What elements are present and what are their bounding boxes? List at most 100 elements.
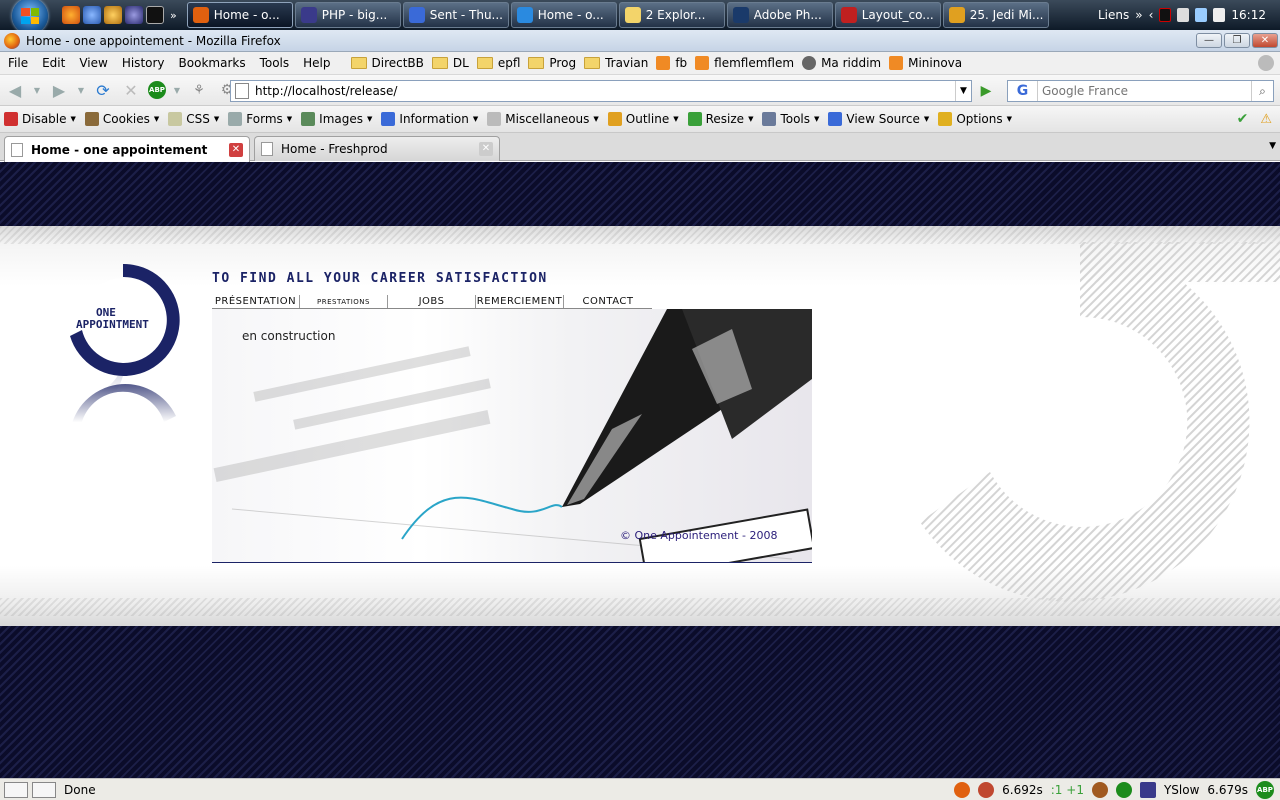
nav-jobs[interactable]: JOBS <box>388 295 476 308</box>
adblock-plus-icon[interactable]: ABP <box>1256 780 1274 799</box>
maximize-button[interactable]: ❐ <box>1224 33 1250 48</box>
quicklaunch-more-icon[interactable]: » <box>170 9 177 22</box>
menu-bookmarks[interactable]: Bookmarks <box>179 56 246 70</box>
cookies-icon <box>84 112 99 126</box>
webdev-menu-view-source[interactable]: View Source ▼ <box>828 112 929 126</box>
menu-file[interactable]: File <box>8 56 28 70</box>
rss-icon <box>695 56 710 70</box>
webdev-menu-forms[interactable]: Forms ▼ <box>228 112 292 126</box>
search-input[interactable] <box>1038 82 1244 100</box>
clock[interactable]: 16:12 <box>1231 8 1266 22</box>
address-bar[interactable]: http://localhost/release/ ▼ <box>230 80 972 102</box>
adblock-dropdown[interactable]: ▼ <box>172 79 182 101</box>
network-tool-icon[interactable]: ⚘ <box>188 79 210 101</box>
start-button[interactable] <box>0 0 50 34</box>
minimize-button[interactable]: — <box>1196 33 1222 48</box>
search-engine-icon[interactable]: G <box>1008 81 1038 101</box>
tab-close-icon[interactable]: ✕ <box>229 142 243 157</box>
nav-presentation[interactable]: PRÉSENTATION <box>212 295 300 308</box>
bookmark-item[interactable]: DL <box>431 56 469 70</box>
stop-button[interactable]: ✕ <box>120 79 142 101</box>
menu-history[interactable]: History <box>122 56 165 70</box>
yslow-label[interactable]: YSlow <box>1164 783 1199 797</box>
bookmark-item[interactable]: Mininova <box>889 56 962 70</box>
disable-icon <box>4 112 18 126</box>
tab-home-freshprod[interactable]: Home - Freshprod ✕ <box>254 136 500 161</box>
webdev-menu-outline[interactable]: Outline ▼ <box>607 112 679 126</box>
links-toolbar-label[interactable]: Liens <box>1098 8 1129 22</box>
bookmark-item[interactable]: Prog <box>528 56 576 70</box>
taskbar-button[interactable]: Adobe Ph... <box>726 2 833 28</box>
network-icon[interactable] <box>1195 8 1208 22</box>
bookmark-item[interactable]: epfl <box>476 56 520 70</box>
bookmark-item[interactable]: Ma riddim <box>802 56 881 70</box>
webdev-menu-resize[interactable]: Resize ▼ <box>687 112 753 126</box>
taskbar-button[interactable]: Layout_co... <box>834 2 941 28</box>
webdev-menu-cookies[interactable]: Cookies ▼ <box>84 112 159 126</box>
yslow-icon[interactable] <box>1139 781 1156 798</box>
taskbar-buttons: Home - o... PHP - big... Sent - Thu... Home… <box>186 2 1049 28</box>
bookmark-item[interactable]: flemflemflem <box>695 56 794 70</box>
links-more-icon[interactable]: » <box>1135 8 1142 22</box>
check-icon[interactable] <box>1115 781 1132 798</box>
webdev-menu-tools[interactable]: Tools ▼ <box>762 112 819 126</box>
validation-ok-icon[interactable]: ✔ <box>1237 111 1249 127</box>
tab-list-dropdown[interactable]: ▼ <box>1269 141 1276 151</box>
load-timer-icon[interactable] <box>978 781 995 798</box>
bookmark-label: Travian <box>605 56 649 70</box>
forward-button[interactable]: ▶ <box>48 79 70 101</box>
screen-icon[interactable] <box>4 781 28 798</box>
taskbar-button-label: Sent - Thu... <box>429 8 503 22</box>
battery-icon[interactable] <box>1177 8 1190 22</box>
terminal-quicklaunch-icon[interactable] <box>146 6 164 24</box>
forward-history-dropdown[interactable]: ▼ <box>76 79 86 101</box>
search-magnifier-icon[interactable]: ⌕ <box>1251 81 1273 101</box>
webdev-menu-information[interactable]: Information ▼ <box>381 112 478 126</box>
adblock-plus-icon[interactable]: ABP <box>148 81 166 99</box>
firefox-quicklaunch-icon[interactable] <box>62 6 80 24</box>
thunderbird-quicklaunch-icon[interactable] <box>83 6 101 24</box>
winamp-quicklaunch-icon[interactable] <box>104 6 122 24</box>
back-button[interactable]: ◀ <box>4 79 26 101</box>
taskbar-button[interactable]: Sent - Thu... <box>402 2 509 28</box>
nav-contact[interactable]: CONTACT <box>564 295 652 308</box>
taskbar-button[interactable]: 25. Jedi Mi... <box>942 2 1049 28</box>
taskbar-button-label: Adobe Ph... <box>753 8 822 22</box>
bookmark-item[interactable]: fb <box>656 56 687 70</box>
taskbar-button[interactable]: Home - o... <box>186 2 293 28</box>
tray-app-icon[interactable] <box>1159 8 1172 22</box>
firebug-icon[interactable] <box>954 781 971 798</box>
taskbar-button[interactable]: 2 Explor... <box>618 2 725 28</box>
warning-icon[interactable]: ⚠ <box>1260 112 1272 127</box>
menu-tools[interactable]: Tools <box>260 56 290 70</box>
volume-icon[interactable] <box>1213 8 1226 22</box>
taskbar-button[interactable]: PHP - big... <box>294 2 401 28</box>
reload-button[interactable]: ⟳ <box>92 79 114 101</box>
monkey-icon[interactable] <box>1091 781 1108 798</box>
nav-remerciement[interactable]: REMERCIEMENT <box>476 295 564 308</box>
pen-tool-icon[interactable] <box>32 781 56 798</box>
tray-chevron-icon[interactable]: ‹ <box>1149 8 1154 22</box>
eclipse-quicklaunch-icon[interactable] <box>125 6 143 24</box>
webdev-menu-miscellaneous[interactable]: Miscellaneous ▼ <box>487 112 599 126</box>
menu-edit[interactable]: Edit <box>42 56 65 70</box>
webdev-menu-disable[interactable]: Disable ▼ <box>4 112 76 126</box>
url-text[interactable]: http://localhost/release/ <box>255 84 397 98</box>
webdev-menu-options[interactable]: Options ▼ <box>938 112 1012 126</box>
webdev-menu-css[interactable]: CSS ▼ <box>168 112 219 126</box>
nav-prestations[interactable]: PRESTATIONS <box>300 295 388 308</box>
menu-view[interactable]: View <box>79 56 107 70</box>
go-button[interactable]: ▶ <box>976 81 996 101</box>
back-history-dropdown[interactable]: ▼ <box>32 79 42 101</box>
close-button[interactable]: ✕ <box>1252 33 1278 48</box>
url-history-dropdown[interactable]: ▼ <box>955 81 971 101</box>
bookmark-item[interactable]: Travian <box>584 56 648 70</box>
webdev-menu-images[interactable]: Images ▼ <box>301 112 372 126</box>
bookmark-item[interactable]: DirectBB <box>350 56 424 70</box>
window-titlebar: Home - one appointement - Mozilla Firefo… <box>0 30 1280 52</box>
taskbar-button[interactable]: Home - o... <box>510 2 617 28</box>
menu-help[interactable]: Help <box>303 56 330 70</box>
one-appointment-logo[interactable]: ONE APPOINTMENT <box>66 264 180 376</box>
tab-home-one-appointement[interactable]: Home - one appointement ✕ <box>4 136 250 162</box>
tab-close-icon[interactable]: ✕ <box>479 142 493 156</box>
